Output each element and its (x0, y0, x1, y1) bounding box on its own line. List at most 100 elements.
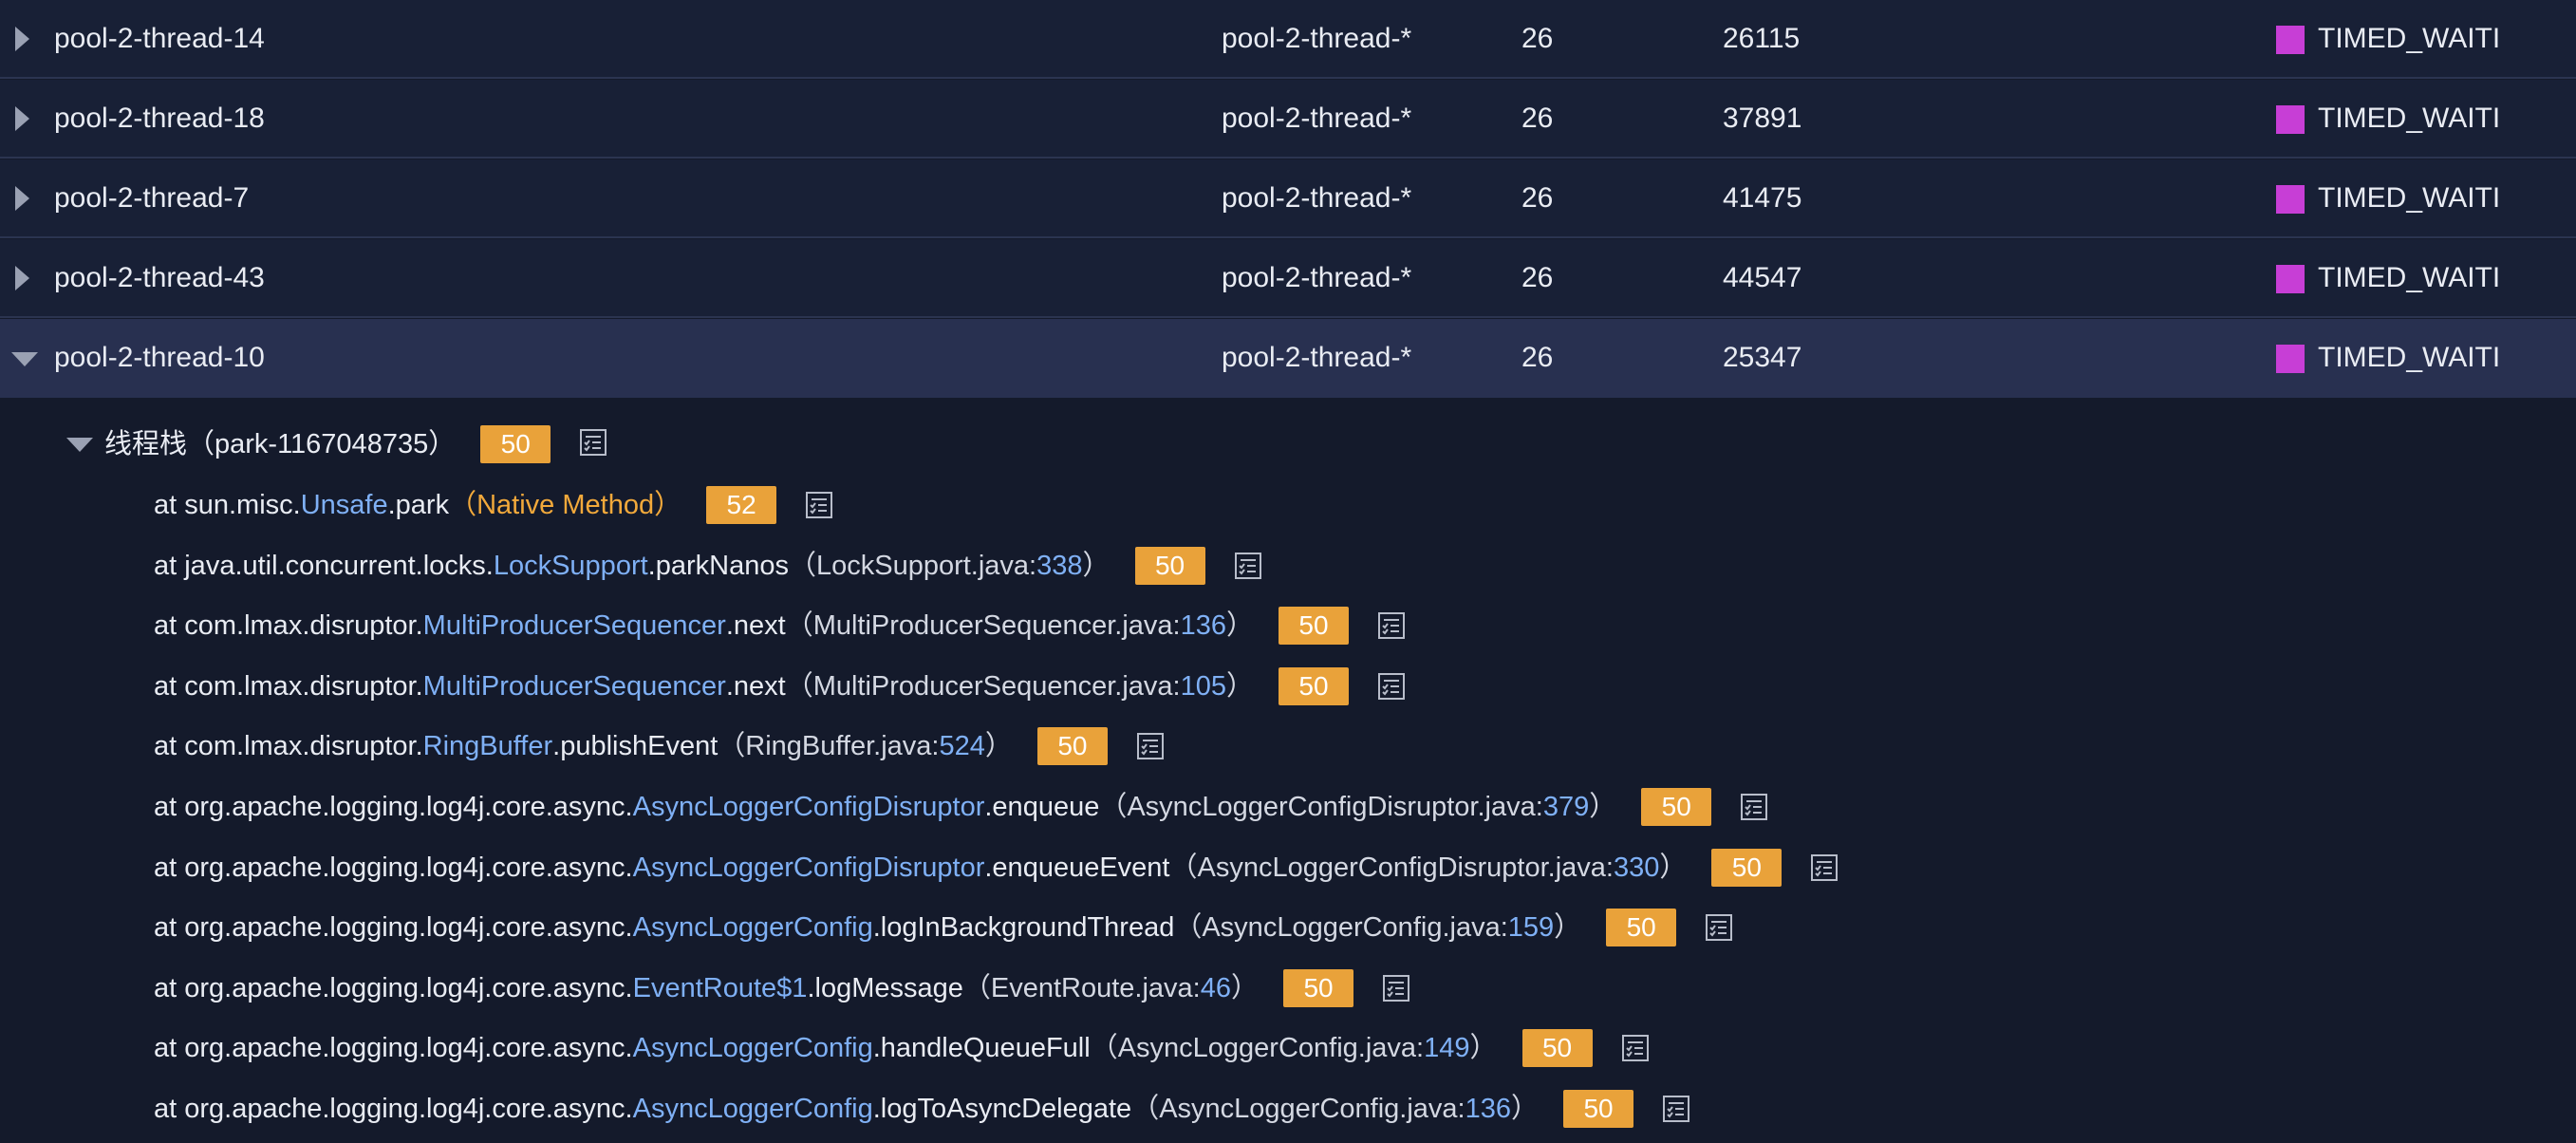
stack-count-badge: 50 (480, 425, 551, 463)
frame-class-link[interactable]: LockSupport (494, 537, 648, 594)
list-check-icon[interactable] (1136, 732, 1165, 760)
thread-priority: 26 (1521, 342, 1554, 373)
caret-right-icon[interactable] (15, 266, 29, 290)
frame-method: .enqueue (984, 792, 1100, 822)
frame-count-badge: 50 (1036, 727, 1108, 766)
frame-method: .park (387, 490, 450, 520)
frame-line-number[interactable]: 105 (1181, 658, 1226, 715)
frame-source-close: ） (1082, 550, 1111, 581)
frame-method: .parkNanos (647, 550, 789, 581)
frame-source: （MultiProducerSequencer.java: (785, 610, 1181, 642)
caret-right-icon[interactable] (15, 106, 29, 131)
list-check-icon[interactable] (1662, 1095, 1690, 1123)
thread-row[interactable]: pool-2-thread-43 pool-2-thread-* 26 44547 TI… (0, 239, 2576, 318)
list-check-icon[interactable] (1234, 552, 1262, 580)
thread-id: 44547 (1723, 262, 1802, 293)
frame-line-number[interactable]: 136 (1465, 1080, 1511, 1137)
frame-package: at org.apache.logging.log4j.core.async. (154, 912, 633, 944)
frame-method: .publishEvent (552, 731, 719, 762)
frame-class-link[interactable]: RingBuffer (423, 718, 553, 775)
frame-native: （Native Method） (449, 490, 682, 520)
frame-class-link[interactable]: AsyncLoggerConfig (633, 1020, 873, 1077)
frame-line-number[interactable]: 524 (940, 718, 985, 775)
frame-line-number[interactable]: 46 (1201, 960, 1231, 1017)
frame-line-number[interactable]: 330 (1614, 839, 1659, 896)
frame-count-badge: 50 (1521, 1029, 1593, 1068)
thread-name: pool-2-thread-10 (54, 342, 265, 373)
frame-class-link[interactable]: AsyncLoggerConfig (633, 1080, 873, 1137)
frame-package: at org.apache.logging.log4j.core.async. (154, 1033, 633, 1064)
frame-line-number[interactable]: 149 (1424, 1020, 1469, 1077)
frame-package: at java.util.concurrent.locks. (154, 550, 494, 581)
frame-count-badge: 50 (1711, 848, 1783, 887)
frame-line-number[interactable]: 136 (1181, 597, 1226, 654)
frame-count-badge: 50 (1563, 1090, 1634, 1128)
thread-name: pool-2-thread-43 (54, 262, 265, 293)
thread-group: pool-2-thread-* (1222, 182, 1412, 214)
frame-method: .next (725, 610, 786, 642)
frame-source-close: ） (1589, 792, 1617, 822)
list-check-icon[interactable] (1705, 913, 1733, 942)
frame-class-link[interactable]: AsyncLoggerConfigDisruptor (633, 839, 985, 896)
thread-id: 26115 (1723, 23, 1801, 54)
caret-right-icon[interactable] (15, 186, 29, 211)
frame-source: （RingBuffer.java: (718, 731, 940, 762)
thread-priority: 26 (1521, 23, 1554, 54)
stack-frame: at org.apache.logging.log4j.core.async. A… (154, 1080, 1690, 1137)
frame-count-badge: 50 (1134, 546, 1205, 585)
thread-name: pool-2-thread-14 (54, 23, 265, 54)
list-check-icon[interactable] (1740, 793, 1768, 821)
stack-header[interactable]: 线程栈（park-1167048735） 50 (0, 404, 2576, 484)
thread-row[interactable]: pool-2-thread-18 pool-2-thread-* 26 37891 TI… (0, 80, 2576, 159)
frame-source: （LockSupport.java: (788, 550, 1037, 581)
thread-state: TIMED_WAITI (2318, 103, 2501, 134)
frame-class-link[interactable]: EventRoute$1 (633, 960, 808, 1017)
frame-method: .logToAsyncDelegate (872, 1094, 1132, 1124)
frame-count-badge: 50 (1641, 788, 1712, 826)
thread-row[interactable]: pool-2-thread-7 pool-2-thread-* 26 41475 TIM… (0, 159, 2576, 238)
caret-down-icon[interactable] (66, 438, 93, 452)
frame-line-number[interactable]: 338 (1036, 537, 1082, 594)
stack-frame: at org.apache.logging.log4j.core.async. A… (154, 899, 1733, 956)
frame-method: .logInBackgroundThread (872, 912, 1175, 944)
frame-class-link[interactable]: MultiProducerSequencer (423, 658, 726, 715)
stack-frame: at com.lmax.disruptor. MultiProducerSeque… (154, 658, 1406, 715)
list-check-icon[interactable] (1621, 1034, 1650, 1062)
frame-package: at org.apache.logging.log4j.core.async. (154, 792, 633, 822)
frame-class-link[interactable]: AsyncLoggerConfigDisruptor (633, 778, 985, 835)
thread-name: pool-2-thread-18 (54, 103, 265, 134)
thread-row[interactable]: pool-2-thread-10 pool-2-thread-* 26 25347 TI… (0, 319, 2576, 398)
frame-source-close: ） (1659, 852, 1688, 883)
thread-group: pool-2-thread-* (1222, 342, 1412, 373)
stack-frame: at org.apache.logging.log4j.core.async. A… (154, 839, 1839, 896)
list-check-icon[interactable] (805, 491, 833, 519)
frame-count-badge: 50 (1283, 968, 1354, 1007)
list-check-icon[interactable] (1377, 672, 1406, 701)
stack-frame: at com.lmax.disruptor. MultiProducerSeque… (154, 597, 1406, 654)
frame-package: at org.apache.logging.log4j.core.async. (154, 852, 633, 883)
thread-group: pool-2-thread-* (1222, 103, 1412, 134)
frame-count-badge: 50 (1279, 607, 1349, 646)
frame-line-number[interactable]: 159 (1508, 899, 1554, 956)
frame-package: at com.lmax.disruptor. (154, 731, 423, 762)
thread-id: 37891 (1723, 103, 1802, 134)
thread-dump-view: pool-2-thread-14 pool-2-thread-* 26 26115 TI… (0, 0, 2576, 1143)
caret-down-icon[interactable] (11, 352, 38, 366)
frame-line-number[interactable]: 379 (1543, 778, 1589, 835)
list-check-icon[interactable] (579, 428, 607, 457)
thread-row[interactable]: pool-2-thread-14 pool-2-thread-* 26 26115 TI… (0, 0, 2576, 79)
frame-source: （AsyncLoggerConfigDisruptor.java: (1099, 792, 1543, 822)
list-check-icon[interactable] (1810, 853, 1839, 882)
frame-class-link[interactable]: AsyncLoggerConfig (633, 899, 873, 956)
frame-source-close: ） (1469, 1033, 1498, 1064)
frame-class-link[interactable]: Unsafe (301, 477, 388, 534)
stack-frame: at sun.misc. Unsafe .park （Native Method） 52 (154, 477, 833, 534)
list-check-icon[interactable] (1377, 611, 1406, 640)
frame-source: （EventRoute.java: (962, 972, 1201, 1003)
frame-class-link[interactable]: MultiProducerSequencer (423, 597, 726, 654)
caret-right-icon[interactable] (15, 27, 29, 51)
list-check-icon[interactable] (1382, 974, 1410, 1002)
frame-source-close: ） (1225, 670, 1254, 702)
frame-source-close: ） (1231, 972, 1260, 1003)
thread-priority: 26 (1521, 103, 1554, 134)
